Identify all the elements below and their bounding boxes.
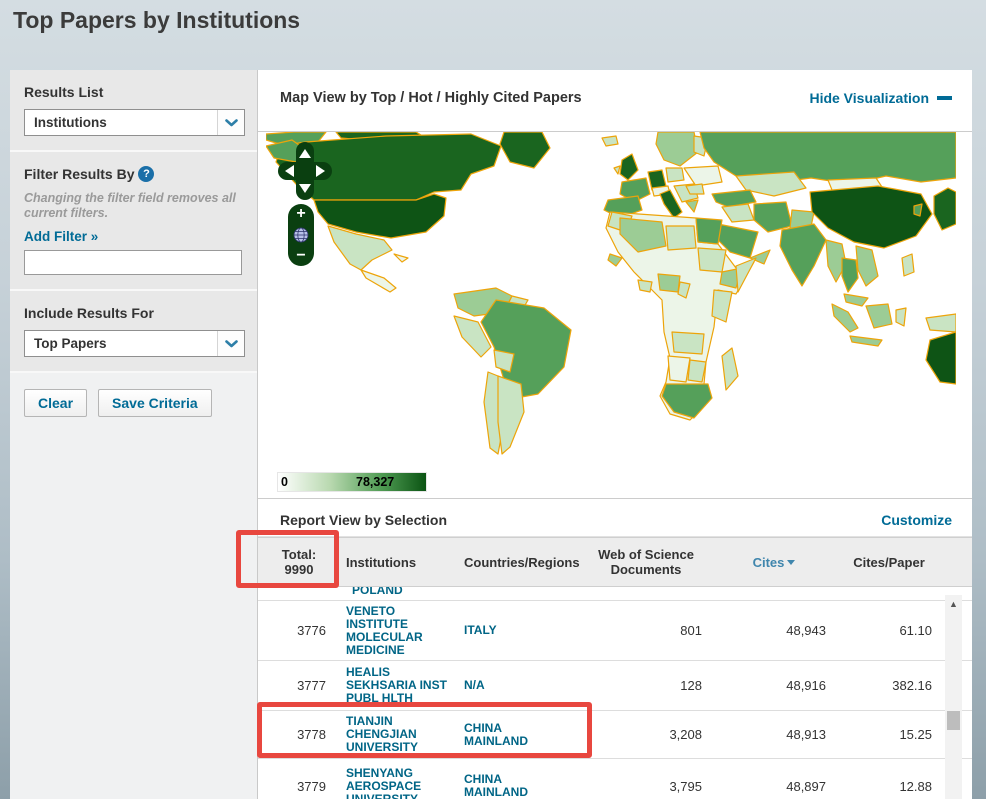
- scroll-up-arrow-icon[interactable]: ▲: [945, 595, 962, 612]
- row-cites-per-paper: 382.16: [836, 678, 942, 693]
- row-cites-per-paper: 15.25: [836, 727, 942, 742]
- main-area: Map View by Top / Hot / Highly Cited Pap…: [258, 70, 972, 799]
- table-scrollbar[interactable]: ▲: [945, 595, 962, 799]
- table-row-clipped: POLAND: [258, 587, 972, 601]
- row-documents: 128: [580, 678, 712, 693]
- filter-label: Filter Results By?: [24, 166, 245, 182]
- table-row: 3778TIANJIN CHENGJIAN UNIVERSITYCHINA MA…: [258, 711, 972, 759]
- row-institution[interactable]: VENETO INSTITUTE MOLECULAR MEDICINE: [340, 605, 458, 657]
- row-country[interactable]: N/A: [458, 679, 580, 692]
- chevron-down-icon[interactable]: [217, 331, 244, 356]
- results-list-section: Results List Institutions: [10, 70, 257, 152]
- row-cites: 48,913: [712, 727, 836, 742]
- clear-button[interactable]: Clear: [24, 389, 87, 417]
- map-country-japan: [934, 188, 956, 230]
- row-institution[interactable]: SHENYANG AEROSPACE UNIVERSITY: [340, 767, 458, 799]
- legend-min-value: 0: [281, 475, 288, 489]
- include-results-value: Top Papers: [25, 336, 217, 351]
- results-list-value: Institutions: [25, 115, 217, 130]
- map-country-greenland: [500, 132, 550, 168]
- map-country-india: [780, 224, 826, 286]
- row-documents: 3,795: [580, 779, 712, 794]
- table-row: 3779SHENYANG AEROSPACE UNIVERSITYCHINA M…: [258, 759, 972, 799]
- map-country-china: [810, 186, 932, 248]
- map-countries[interactable]: [266, 132, 956, 454]
- table-row: 3776VENETO INSTITUTE MOLECULAR MEDICINEI…: [258, 601, 972, 661]
- report-header: Report View by Selection Customize: [258, 499, 972, 537]
- map-pan-control[interactable]: [276, 140, 334, 202]
- customize-link[interactable]: Customize: [881, 512, 952, 536]
- hide-visualization-link[interactable]: Hide Visualization: [809, 90, 952, 106]
- map-country-uk: [620, 154, 638, 180]
- include-results-label: Include Results For: [24, 305, 245, 321]
- scrollbar-thumb[interactable]: [947, 711, 960, 730]
- row-cites: 48,897: [712, 779, 836, 794]
- column-header-documents: Web of Science Documents: [580, 547, 712, 577]
- help-icon[interactable]: ?: [138, 166, 154, 182]
- results-list-label: Results List: [24, 84, 245, 100]
- include-results-select[interactable]: Top Papers: [24, 330, 245, 357]
- total-header: Total: 9990: [258, 547, 340, 577]
- map-title: Map View by Top / Hot / Highly Cited Pap…: [280, 90, 582, 106]
- include-results-section: Include Results For Top Papers: [10, 291, 257, 373]
- map-legend: 0 78,327: [277, 472, 427, 492]
- row-cites-per-paper: 12.88: [836, 779, 942, 794]
- row-cites: 48,943: [712, 623, 836, 638]
- row-country[interactable]: CHINA MAINLAND: [458, 773, 580, 799]
- map-panel: Map View by Top / Hot / Highly Cited Pap…: [258, 70, 972, 499]
- save-criteria-button[interactable]: Save Criteria: [98, 389, 212, 417]
- report-title: Report View by Selection: [280, 512, 447, 536]
- legend-max-value: 78,327: [356, 475, 394, 489]
- column-header-institutions: Institutions: [340, 555, 458, 570]
- row-rank: 3778: [258, 727, 340, 742]
- row-rank: 3777: [258, 678, 340, 693]
- map-country-egypt: [696, 218, 722, 244]
- sidebar-buttons: Clear Save Criteria: [10, 373, 257, 431]
- table-row: 3777HEALIS SEKHSARIA INST PUBL HLTHN/A12…: [258, 661, 972, 711]
- row-rank: 3779: [258, 779, 340, 794]
- map-country-australia: [926, 332, 956, 384]
- row-institution[interactable]: HEALIS SEKHSARIA INST PUBL HLTH: [340, 666, 458, 705]
- map-header: Map View by Top / Hot / Highly Cited Pap…: [258, 70, 972, 132]
- chevron-down-icon[interactable]: [217, 110, 244, 135]
- row-rank: 3776: [258, 623, 340, 638]
- row-documents: 801: [580, 623, 712, 638]
- column-header-countries: Countries/Regions: [458, 555, 580, 570]
- results-list-select[interactable]: Institutions: [24, 109, 245, 136]
- map-country-nigeria: [658, 274, 680, 292]
- add-filter-link[interactable]: Add Filter »: [24, 229, 245, 244]
- table-header-row: Total: 9990 Institutions Countries/Regio…: [258, 537, 972, 587]
- sidebar: Results List Institutions Filter Results…: [10, 70, 258, 799]
- filter-section: Filter Results By? Changing the filter f…: [10, 152, 257, 291]
- minus-icon: [937, 96, 952, 100]
- page-title: Top Papers by Institutions: [13, 7, 300, 34]
- row-cites: 48,916: [712, 678, 836, 693]
- row-country[interactable]: CHINA MAINLAND: [458, 722, 580, 748]
- column-header-cites-per-paper: Cites/Paper: [836, 555, 942, 570]
- map-zoom-control[interactable]: + −: [288, 204, 314, 266]
- world-map-svg[interactable]: [266, 132, 956, 466]
- map-country-madagascar: [722, 348, 738, 390]
- world-map: + −: [258, 132, 972, 466]
- sort-caret-icon: [787, 560, 795, 565]
- filter-note: Changing the filter field removes all cu…: [24, 191, 245, 221]
- row-documents: 3,208: [580, 727, 712, 742]
- content-wrapper: Results List Institutions Filter Results…: [10, 70, 972, 799]
- zoom-out-icon[interactable]: −: [296, 248, 305, 264]
- map-country-iran: [754, 202, 792, 232]
- map-country-turkey: [712, 190, 756, 207]
- row-country[interactable]: ITALY: [458, 624, 580, 637]
- zoom-in-icon[interactable]: +: [296, 206, 305, 222]
- table-body: POLAND 3776VENETO INSTITUTE MOLECULAR ME…: [258, 587, 972, 799]
- column-header-cites[interactable]: Cites: [712, 555, 836, 570]
- clipped-institution-text: POLAND: [346, 587, 403, 597]
- row-cites-per-paper: 61.10: [836, 623, 942, 638]
- filter-input[interactable]: [24, 250, 242, 275]
- page: Top Papers by Institutions Results List …: [0, 0, 986, 799]
- row-institution[interactable]: TIANJIN CHENGJIAN UNIVERSITY: [340, 715, 458, 754]
- globe-icon[interactable]: [293, 227, 309, 243]
